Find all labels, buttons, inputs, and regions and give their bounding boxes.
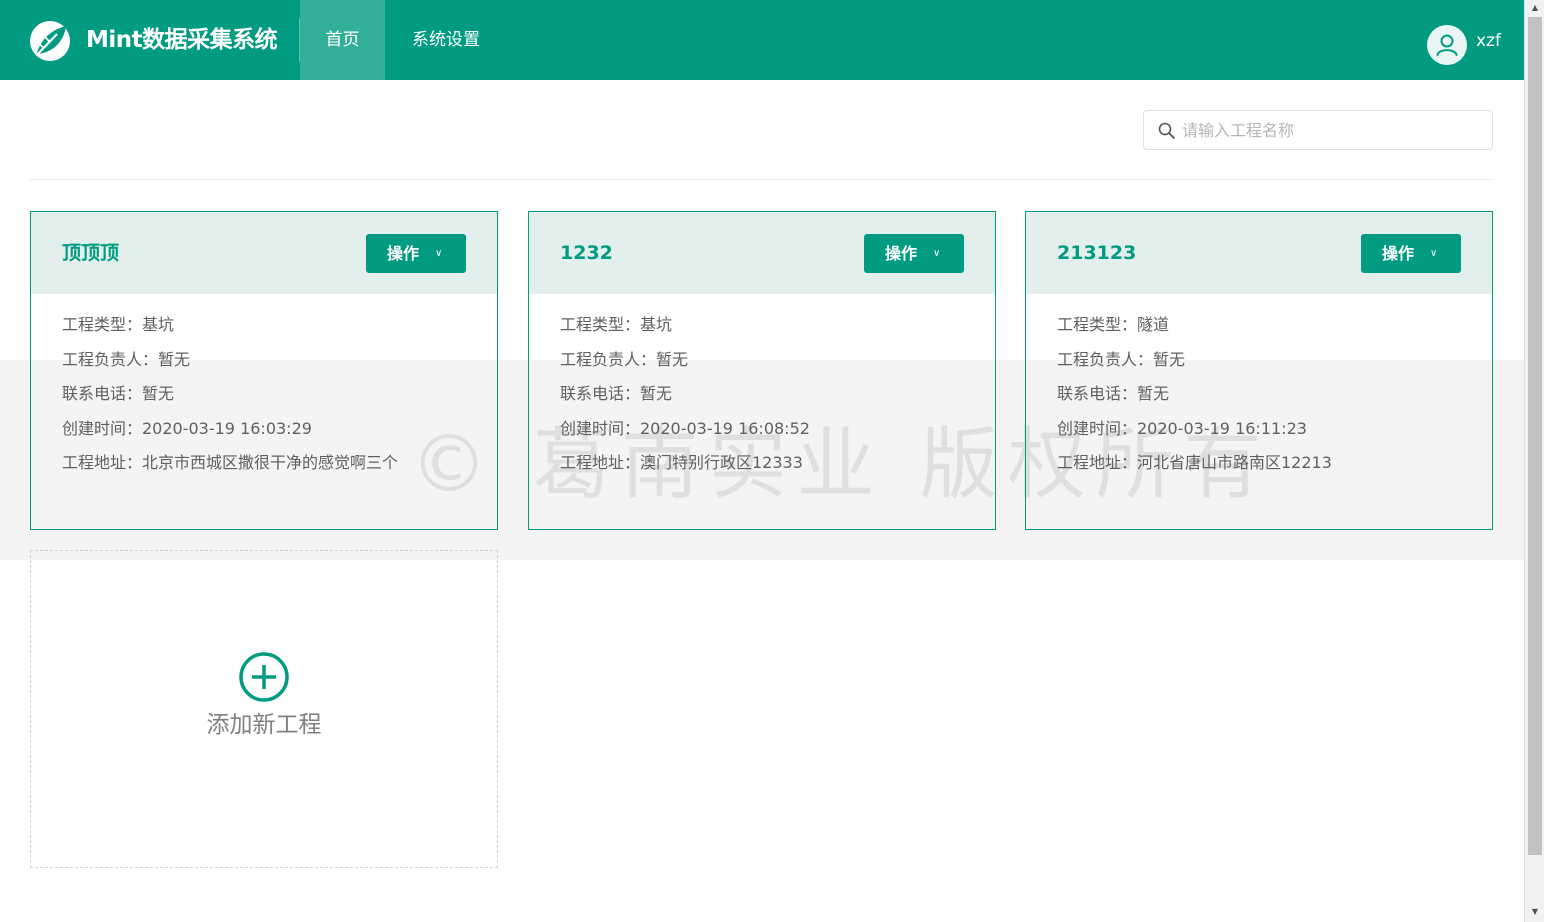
vertical-scrollbar[interactable]: ▲ ▼ xyxy=(1524,0,1544,922)
project-address: 工程地址：北京市西城区撒很干净的感觉啊三个 xyxy=(62,453,399,472)
chevron-down-icon: ∨ xyxy=(933,248,941,259)
action-dropdown-button[interactable]: 操作 ∨ xyxy=(1361,234,1461,273)
action-dropdown-button[interactable]: 操作 ∨ xyxy=(864,234,964,273)
scroll-down-icon[interactable]: ▼ xyxy=(1525,904,1544,920)
user-icon xyxy=(1436,34,1458,56)
project-title[interactable]: 顶顶顶 xyxy=(62,240,119,266)
add-project-label: 添加新工程 xyxy=(206,712,322,738)
chevron-down-icon: ∨ xyxy=(1430,248,1438,259)
nav-item-home[interactable]: 首页 xyxy=(300,0,385,80)
project-created-time: 创建时间：2020-03-19 16:03:29 xyxy=(62,418,312,438)
project-card: 顶顶顶 操作 ∨ 工程类型：基坑 工程负责人：暂无 联系电话：暂无 创建时间：2… xyxy=(30,211,498,530)
action-button-label: 操作 xyxy=(885,244,918,263)
project-card-header: 1232 操作 ∨ xyxy=(529,212,995,294)
project-type: 工程类型：基坑 xyxy=(560,315,673,334)
project-title[interactable]: 1232 xyxy=(560,240,613,266)
chevron-down-icon: ∨ xyxy=(435,248,443,259)
project-phone: 联系电话：暂无 xyxy=(560,384,673,403)
app-title: Mint数据采集系统 xyxy=(86,27,278,53)
username[interactable]: xzf xyxy=(1476,30,1501,52)
nav-item-settings[interactable]: 系统设置 xyxy=(400,0,492,80)
project-created-time: 创建时间：2020-03-19 16:11:23 xyxy=(1057,418,1307,438)
project-info: 工程类型：基坑 工程负责人：暂无 联系电话：暂无 创建时间：2020-03-19… xyxy=(560,312,970,485)
project-card: 1232 操作 ∨ 工程类型：基坑 工程负责人：暂无 联系电话：暂无 创建时间：… xyxy=(528,211,996,530)
search-input[interactable] xyxy=(1182,116,1482,144)
scroll-thumb[interactable] xyxy=(1528,17,1542,855)
plus-circle-icon xyxy=(239,652,289,702)
leaf-logo-icon xyxy=(30,21,70,61)
toolbar-divider xyxy=(30,179,1493,180)
add-project-card[interactable]: 添加新工程 xyxy=(30,550,498,868)
user-avatar[interactable] xyxy=(1427,25,1467,65)
project-phone: 联系电话：暂无 xyxy=(1057,384,1170,403)
project-info: 工程类型：基坑 工程负责人：暂无 联系电话：暂无 创建时间：2020-03-19… xyxy=(62,312,472,485)
project-title[interactable]: 213123 xyxy=(1057,240,1136,266)
project-manager: 工程负责人：暂无 xyxy=(1057,349,1186,369)
project-address: 工程地址：澳门特别行政区12333 xyxy=(560,453,803,472)
action-button-label: 操作 xyxy=(387,244,420,263)
action-button-label: 操作 xyxy=(1382,244,1415,263)
project-address: 工程地址：河北省唐山市路南区12213 xyxy=(1057,453,1332,472)
project-phone: 联系电话：暂无 xyxy=(62,384,175,403)
project-manager: 工程负责人：暂无 xyxy=(560,349,689,369)
project-manager: 工程负责人：暂无 xyxy=(62,349,191,369)
project-type: 工程类型：隧道 xyxy=(1057,315,1170,334)
project-card-header: 顶顶顶 操作 ∨ xyxy=(31,212,497,294)
project-info: 工程类型：隧道 工程负责人：暂无 联系电话：暂无 创建时间：2020-03-19… xyxy=(1057,312,1467,485)
scroll-up-icon[interactable]: ▲ xyxy=(1525,0,1544,16)
project-card-header: 213123 操作 ∨ xyxy=(1026,212,1492,294)
search-icon xyxy=(1158,122,1175,139)
search-box[interactable] xyxy=(1143,110,1493,150)
project-card: 213123 操作 ∨ 工程类型：隧道 工程负责人：暂无 联系电话：暂无 创建时… xyxy=(1025,211,1493,530)
project-type: 工程类型：基坑 xyxy=(62,315,175,334)
top-header: Mint数据采集系统 首页 系统设置 xzf xyxy=(0,0,1524,80)
action-dropdown-button[interactable]: 操作 ∨ xyxy=(366,234,466,273)
project-created-time: 创建时间：2020-03-19 16:08:52 xyxy=(560,418,810,438)
